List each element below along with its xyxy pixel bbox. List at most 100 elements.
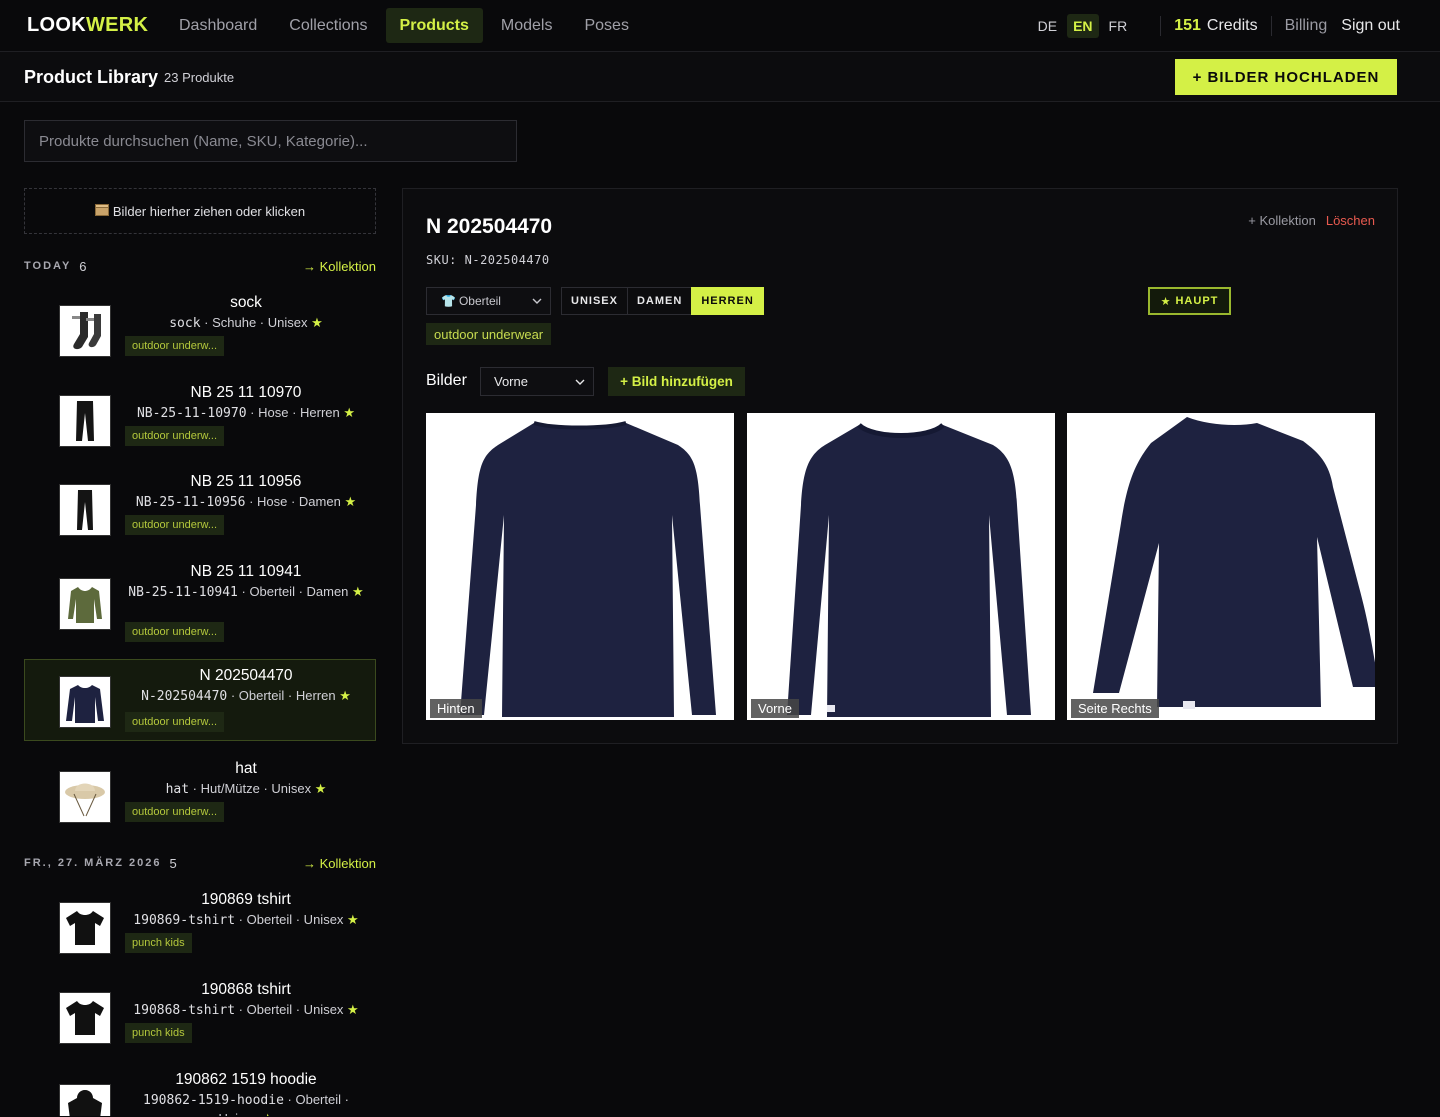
collection-tag: outdoor underw... [125, 622, 225, 642]
nav-poses[interactable]: Poses [570, 8, 642, 43]
product-sku: 190869-tshirt [133, 913, 236, 928]
shirt-icon: 👕 [441, 294, 456, 308]
product-item[interactable]: 190869 tshirt 190869-tshirt · Oberteil ·… [24, 883, 376, 965]
product-detail-panel: N 202504470 SKU: N-202504470 + Kollektio… [402, 188, 1398, 744]
product-thumbnail [59, 992, 111, 1044]
view-value: Vorne [494, 374, 528, 389]
collection-tag[interactable]: outdoor underwear [426, 323, 552, 345]
product-name: 190862 1519 hoodie [175, 1071, 317, 1088]
add-to-collection-button[interactable]: + Kollektion [1248, 213, 1316, 228]
product-name: NB 25 11 10941 [190, 563, 302, 580]
product-thumbnail [59, 902, 111, 954]
nav-models[interactable]: Models [487, 8, 567, 43]
language-switcher: DE EN FR [1032, 13, 1134, 38]
product-sku: 190868-tshirt [133, 1003, 236, 1018]
star-icon: ★ [343, 405, 356, 420]
garment-front-image [787, 422, 1031, 717]
chevron-down-icon [532, 298, 542, 304]
product-thumbnail [59, 305, 111, 357]
product-thumbnail [59, 771, 111, 823]
product-thumbnail [59, 578, 111, 630]
star-icon: ★ [347, 912, 359, 927]
main-image-badge[interactable]: ★ HAUPT [1148, 287, 1231, 315]
product-thumbnail [59, 395, 111, 447]
product-sku: 190862-1519-hoodie [143, 1093, 284, 1108]
gender-herren[interactable]: HERREN [691, 287, 764, 315]
product-item-selected[interactable]: N 202504470 N-202504470 · Oberteil · Her… [24, 659, 376, 741]
product-image-back[interactable]: Hinten [426, 413, 734, 720]
collection-tag: punch kids [125, 933, 192, 953]
star-icon: ★ [347, 1002, 359, 1017]
logo[interactable]: LOOKWERK [27, 14, 148, 37]
product-item[interactable]: 190862 1519 hoodie 190862-1519-hoodie · … [24, 1063, 376, 1117]
delete-button[interactable]: Löschen [1326, 213, 1375, 228]
group-count: 5 [169, 855, 177, 871]
star-icon: ★ [352, 584, 364, 599]
product-item[interactable]: hat hat · Hut/Mütze · Unisex ★ outdoor u… [24, 752, 376, 834]
box-icon [94, 203, 109, 219]
view-select[interactable]: Vorne [480, 367, 594, 396]
nav-products[interactable]: Products [385, 8, 483, 43]
star-icon: ★ [344, 494, 357, 509]
product-name: 190869 tshirt [201, 891, 291, 908]
group-count: 6 [79, 258, 87, 274]
product-sku: hat [165, 782, 190, 797]
product-meta: Oberteil · Herren [238, 688, 336, 703]
product-meta: Oberteil · Damen [249, 584, 349, 599]
main-nav: Dashboard Collections Products Models Po… [165, 8, 643, 43]
image-dropzone[interactable]: Bilder hierher ziehen oder klicken [24, 188, 376, 234]
gender-damen[interactable]: DAMEN [626, 287, 693, 315]
product-sku: N-202504470 [141, 689, 228, 704]
image-view-label: Vorne [751, 699, 799, 718]
search-input[interactable] [24, 120, 517, 162]
add-image-button[interactable]: + Bild hinzufügen [608, 367, 745, 396]
product-sku: NB-25-11-10956 [135, 495, 246, 510]
product-meta: Hut/Mütze · Unisex [200, 781, 312, 796]
product-title: N 202504470 [426, 215, 553, 238]
star-icon: ★ [311, 315, 323, 330]
star-icon: ★ [262, 1111, 274, 1116]
gender-toggle: UNISEX DAMEN HERREN [561, 287, 764, 315]
billing-link[interactable]: Billing [1285, 17, 1328, 35]
group-collection-link[interactable]: → Kollektion [303, 856, 376, 871]
product-name: NB 25 11 10970 [190, 384, 302, 401]
product-meta: Schuhe · Unisex [212, 315, 308, 330]
upload-images-button[interactable]: + BILDER HOCHLADEN [1175, 59, 1397, 95]
product-item[interactable]: NB 25 11 10941 NB-25-11-10941 · Oberteil… [24, 555, 376, 645]
product-sku: NB-25-11-10970 [136, 406, 247, 421]
product-image-front[interactable]: Vorne [747, 413, 1055, 720]
lang-de[interactable]: DE [1032, 14, 1063, 38]
product-sku: SKU: N-202504470 [426, 253, 550, 267]
product-item[interactable]: NB 25 11 10970 NB-25-11-10970 · Hose · H… [24, 376, 376, 458]
lang-en[interactable]: EN [1067, 13, 1099, 38]
nav-collections[interactable]: Collections [275, 8, 381, 43]
product-name: hat [235, 760, 257, 777]
product-sku: NB-25-11-10941 [128, 585, 238, 600]
product-meta: Hose · Damen [257, 494, 341, 509]
group-header-date: FR., 27. MÄRZ 2026 5 → Kollektion [24, 854, 376, 872]
product-meta: Oberteil · Unisex [246, 1002, 344, 1017]
product-item[interactable]: 190868 tshirt 190868-tshirt · Oberteil ·… [24, 973, 376, 1055]
collection-tag: outdoor underw... [125, 426, 225, 446]
image-view-label: Seite Rechts [1071, 699, 1159, 718]
image-view-label: Hinten [430, 699, 482, 718]
product-thumbnail [59, 676, 111, 728]
lang-fr[interactable]: FR [1103, 14, 1134, 38]
group-header-today: TODAY 6 → Kollektion [24, 257, 376, 275]
dropzone-text: Bilder hierher ziehen oder klicken [112, 203, 306, 219]
category-select[interactable]: 👕 Oberteil [426, 287, 551, 315]
product-item[interactable]: sock sock · Schuhe · Unisex ★ outdoor un… [24, 286, 376, 368]
star-icon: ★ [339, 688, 351, 703]
signout-link[interactable]: Sign out [1341, 17, 1400, 35]
product-thumbnail [59, 484, 111, 536]
group-collection-link[interactable]: → Kollektion [303, 259, 376, 274]
library-header: Product Library 23 Produkte + BILDER HOC… [0, 52, 1440, 102]
gender-unisex[interactable]: UNISEX [561, 287, 628, 315]
product-item[interactable]: NB 25 11 10956 NB-25-11-10956 · Hose · D… [24, 465, 376, 547]
product-meta: Oberteil · Unisex [246, 912, 344, 927]
images-label: Bilder [426, 372, 467, 389]
product-name: sock [230, 294, 262, 311]
product-image-side[interactable]: Seite Rechts [1067, 413, 1375, 720]
collection-tag: outdoor underw... [125, 712, 225, 732]
nav-dashboard[interactable]: Dashboard [165, 8, 271, 43]
